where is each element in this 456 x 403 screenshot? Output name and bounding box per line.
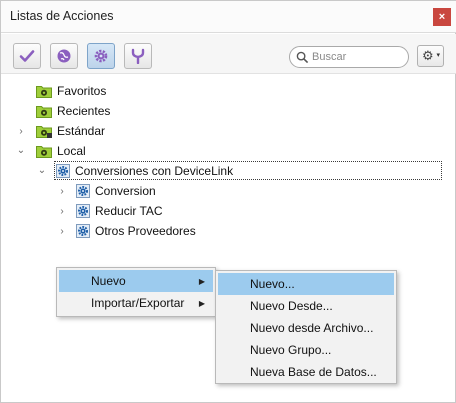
menu-item-label: Nuevo [91, 274, 126, 288]
expand-arrow-icon[interactable]: › [16, 126, 26, 137]
globe-button[interactable] [50, 43, 78, 69]
folder-gear-icon [36, 145, 52, 158]
menu-item-nuevo-desde[interactable]: Nuevo Desde... [218, 295, 394, 317]
search-input[interactable] [312, 49, 404, 65]
expand-arrow-icon[interactable]: › [57, 226, 67, 237]
tree-item-otros-proveedores[interactable]: Otros Proveedores [76, 221, 196, 240]
menu-item-nuevo-dots[interactable]: Nuevo... [218, 273, 394, 295]
gear-icon: ⚙ [422, 48, 434, 63]
expand-arrow-icon[interactable]: › [57, 186, 67, 197]
context-menu: Nuevo ▶ Importar/Exportar ▶ [56, 267, 216, 317]
tree-item-label: Favoritos [57, 83, 107, 98]
tree-item-label: Recientes [57, 103, 111, 118]
menu-item-label: Nuevo Grupo... [250, 343, 332, 357]
menu-item-importar-exportar[interactable]: Importar/Exportar ▶ [59, 292, 213, 314]
menu-item-label: Nuevo desde Archivo... [250, 321, 374, 335]
check-icon [19, 50, 35, 62]
tree-item-label: Local [57, 143, 86, 158]
close-button[interactable]: × [433, 8, 451, 26]
gear-icon [76, 183, 90, 198]
options-menu-button[interactable]: ⚙ ▾ [417, 45, 444, 67]
tree-item-local[interactable]: Local [36, 141, 86, 160]
merge-icon [131, 48, 145, 64]
tree-item-conversiones-devicelink[interactable]: Conversiones con DeviceLink [54, 161, 442, 180]
title-bar: Listas de Acciones × [1, 1, 456, 33]
folder-gear-icon [36, 85, 52, 98]
gear-icon [94, 49, 108, 63]
collapse-arrow-icon[interactable]: ⌄ [37, 165, 47, 176]
menu-item-nuevo-desde-archivo[interactable]: Nuevo desde Archivo... [218, 317, 394, 339]
chevron-down-icon: ▾ [436, 52, 440, 59]
submenu: Nuevo... Nuevo Desde... Nuevo desde Arch… [215, 270, 397, 384]
tree-item-label: Conversion [95, 183, 156, 198]
gear-icon [76, 203, 90, 218]
gear-icon [56, 163, 70, 178]
search-icon [296, 51, 309, 64]
submenu-arrow-icon: ▶ [198, 298, 205, 308]
tree-item-label: Otros Proveedores [95, 223, 196, 238]
menu-item-nuevo-grupo[interactable]: Nuevo Grupo... [218, 339, 394, 361]
check-button[interactable] [13, 43, 41, 69]
tree-item-conversion[interactable]: Conversion [76, 181, 156, 200]
tree-item-reducir-tac[interactable]: Reducir TAC [76, 201, 163, 220]
gear-button[interactable] [87, 43, 115, 69]
menu-item-nueva-base-datos[interactable]: Nueva Base de Datos... [218, 361, 394, 383]
menu-item-label: Nueva Base de Datos... [250, 365, 377, 379]
panel-title: Listas de Acciones [10, 9, 114, 23]
menu-item-label: Nuevo Desde... [250, 299, 333, 313]
tree-item-favoritos[interactable]: Favoritos [36, 81, 106, 100]
gear-icon [76, 223, 90, 238]
tree-item-label: Estándar [57, 123, 106, 138]
tree-item-label: Reducir TAC [95, 203, 163, 218]
menu-item-nuevo[interactable]: Nuevo ▶ [59, 270, 213, 292]
toolbar: ⚙ ▾ [1, 34, 456, 74]
folder-gear-lock-icon [36, 125, 52, 138]
merge-button[interactable] [124, 43, 152, 69]
tree-item-estandar[interactable]: Estándar [36, 121, 105, 140]
globe-icon [57, 49, 71, 63]
tree-item-label: Conversiones con DeviceLink [75, 163, 234, 178]
tree-item-recientes[interactable]: Recientes [36, 101, 110, 120]
submenu-arrow-icon: ▶ [198, 276, 205, 286]
collapse-arrow-icon[interactable]: ⌄ [16, 145, 26, 156]
search-box [289, 46, 409, 68]
menu-item-label: Importar/Exportar [91, 296, 185, 310]
expand-arrow-icon[interactable]: › [57, 206, 67, 217]
folder-gear-icon [36, 105, 52, 118]
menu-item-label: Nuevo... [250, 277, 295, 291]
